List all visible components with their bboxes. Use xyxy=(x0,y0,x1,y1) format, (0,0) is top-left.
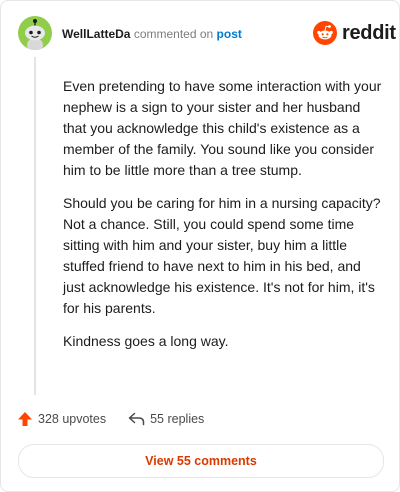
reddit-wordmark: reddit xyxy=(342,22,396,44)
snoo-avatar-icon xyxy=(25,19,45,50)
post-link[interactable]: post xyxy=(217,27,242,41)
replies-button[interactable]: 55 replies xyxy=(128,412,204,426)
comment-header: WellLatteDa commented on post xyxy=(62,26,242,42)
reddit-snoo-icon xyxy=(313,21,337,45)
upvote-arrow-icon xyxy=(18,412,32,426)
comment-actions: 328 upvotes 55 replies xyxy=(17,411,204,427)
comment-body: Even pretending to have some interaction… xyxy=(63,76,383,364)
username[interactable]: WellLatteDa xyxy=(62,27,130,41)
comment-paragraph: Should you be caring for him in a nursin… xyxy=(63,195,381,316)
comment-paragraph: Kindness goes a long way. xyxy=(63,333,229,349)
commented-on-text: commented on xyxy=(133,27,214,41)
comment-card: WellLatteDa commented on post reddit Eve… xyxy=(0,0,400,492)
view-comments-button[interactable]: View 55 comments xyxy=(18,444,384,478)
reddit-logo[interactable]: reddit xyxy=(313,21,396,45)
thread-line[interactable] xyxy=(34,57,36,395)
upvote-button[interactable]: 328 upvotes xyxy=(17,411,106,427)
reply-count: 55 replies xyxy=(150,412,205,426)
upvote-count: 328 upvotes xyxy=(38,412,107,426)
comment-paragraph: Even pretending to have some interaction… xyxy=(63,78,382,178)
reply-arrow-icon xyxy=(128,412,145,426)
avatar[interactable] xyxy=(18,16,52,50)
